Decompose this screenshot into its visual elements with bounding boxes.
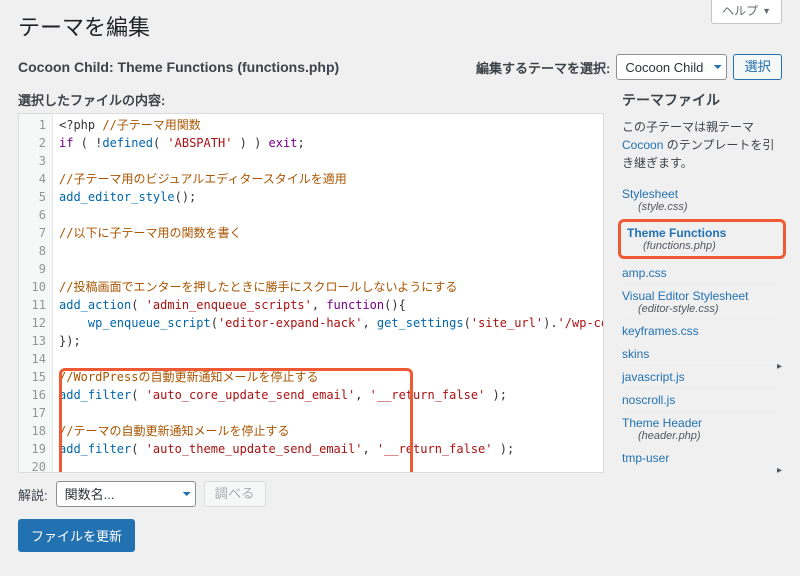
page-title: テーマを編集 [18, 10, 782, 42]
file-link[interactable]: javascript.js [622, 370, 782, 384]
file-item-9: tmp-user [622, 446, 782, 469]
lookup-label: 解説: [18, 485, 48, 504]
file-item-6: javascript.js [622, 365, 782, 388]
lookup-select[interactable]: 関数名... [56, 481, 196, 507]
code-editor[interactable]: 12345678910111213141516171819202122 <?ph… [18, 113, 604, 473]
file-item-5: skins [622, 342, 782, 365]
theme-select[interactable]: Cocoon Child [616, 54, 727, 80]
file-subtitle: Cocoon Child: Theme Functions (functions… [18, 59, 339, 75]
file-sub: (functions.php) [643, 240, 777, 252]
theme-select-label: 編集するテーマを選択: [476, 58, 610, 77]
file-item-3: Visual Editor Stylesheet(editor-style.cs… [622, 284, 782, 319]
parent-theme-link[interactable]: Cocoon [622, 138, 663, 152]
file-link[interactable]: Visual Editor Stylesheet [622, 289, 782, 303]
file-link[interactable]: Stylesheet [622, 187, 782, 201]
chevron-down-icon: ▼ [762, 6, 771, 16]
sidebar-note: この子テーマは親テーマ Cocoon のテンプレートを引き継ぎます。 [622, 118, 782, 172]
file-link[interactable]: keyframes.css [622, 324, 782, 338]
file-item-2: amp.css [622, 261, 782, 284]
file-link[interactable]: skins [622, 347, 782, 361]
file-item-8: Theme Header(header.php) [622, 411, 782, 446]
select-theme-button[interactable]: 選択 [733, 54, 782, 80]
file-sub: (style.css) [638, 201, 782, 213]
file-link[interactable]: Theme Functions [627, 226, 777, 240]
file-list: Stylesheet(style.css) Theme Functions(fun… [622, 182, 782, 469]
sidebar-title: テーマファイル [622, 90, 782, 110]
help-tab[interactable]: ヘルプ ▼ [711, 0, 782, 24]
file-sub: (editor-style.css) [638, 303, 782, 315]
file-link[interactable]: Theme Header [622, 416, 782, 430]
content-label: 選択したファイルの内容: [18, 90, 165, 109]
lookup-button: 調べる [204, 481, 266, 507]
file-item-0: Stylesheet(style.css) [622, 182, 782, 217]
file-item-1: Theme Functions(functions.php) [618, 219, 786, 259]
code-area[interactable]: <?php //子テーマ用関数if ( !defined( 'ABSPATH' … [53, 114, 603, 472]
file-sub: (header.php) [638, 430, 782, 442]
file-item-4: keyframes.css [622, 319, 782, 342]
file-link[interactable]: noscroll.js [622, 393, 782, 407]
line-gutter: 12345678910111213141516171819202122 [19, 114, 53, 472]
file-link[interactable]: amp.css [622, 266, 782, 280]
file-link[interactable]: tmp-user [622, 451, 782, 465]
update-file-button[interactable]: ファイルを更新 [18, 519, 135, 552]
file-item-7: noscroll.js [622, 388, 782, 411]
